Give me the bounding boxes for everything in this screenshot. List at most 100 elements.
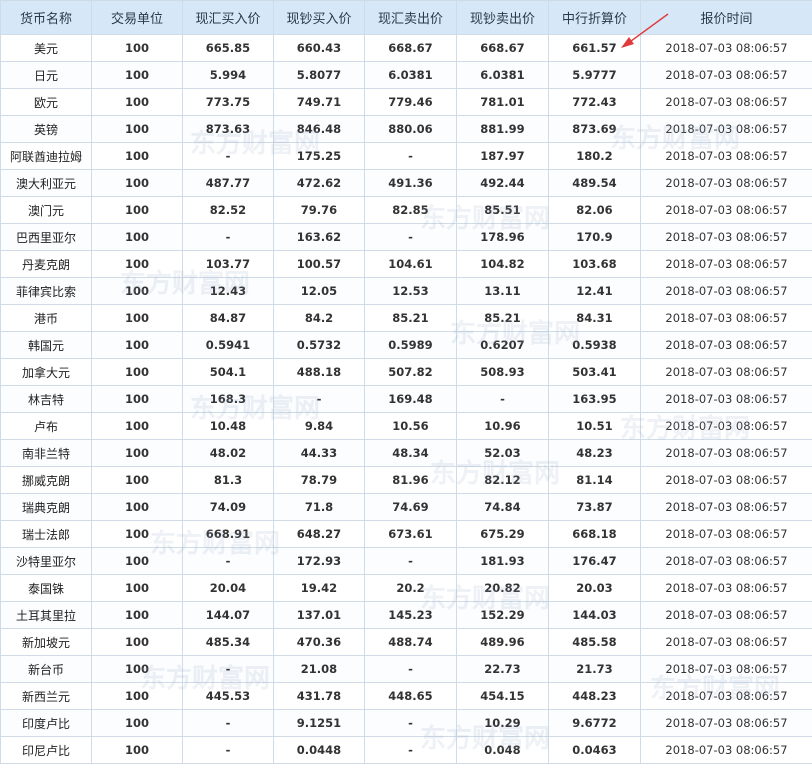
- spot-buy-price: 445.53: [182, 682, 274, 710]
- trade-unit: 100: [91, 682, 183, 710]
- table-row[interactable]: 新西兰元 100 445.53 431.78 448.65 454.15 448.23 201…: [0, 682, 812, 710]
- table-row[interactable]: 泰国铢 100 20.04 19.42 20.2 20.82 20.03 2018-07-03…: [0, 574, 812, 602]
- table-row[interactable]: 美元 100 665.85 660.43 668.67 668.67 661.57 2018-…: [0, 34, 812, 62]
- boc-conversion-rate: 163.95: [548, 385, 641, 413]
- currency-name: 韩国元: [0, 331, 92, 359]
- currency-name: 瑞士法郎: [0, 520, 92, 548]
- spot-sell-price: -: [364, 223, 457, 251]
- table-row[interactable]: 印度卢比 100-9.1251-10.29 9.6772 2018-07-03 08:…: [0, 709, 812, 737]
- currency-name: 澳门元: [0, 196, 92, 224]
- spot-sell-price: -: [364, 655, 457, 683]
- trade-unit: 100: [91, 304, 183, 332]
- spot-sell-price: 6.0381: [364, 61, 457, 89]
- currency-name: 日元: [0, 61, 92, 89]
- boc-conversion-rate: 668.18: [548, 520, 641, 548]
- table-row[interactable]: 瑞士法郎 100 668.91 648.27 673.61 675.29 668.18 201…: [0, 520, 812, 548]
- spot-buy-price: 82.52: [182, 196, 274, 224]
- table-row[interactable]: 澳门元 100 82.52 79.76 82.85 85.51 82.06 2018-07-0…: [0, 196, 812, 224]
- table-row[interactable]: 土耳其里拉 100 144.07 137.01 145.23 152.29 144.03 20…: [0, 601, 812, 629]
- table-row[interactable]: 南非兰特 100 48.02 44.33 48.34 52.03 48.23 2018-07-…: [0, 439, 812, 467]
- table-row[interactable]: 巴西里亚尔 100-163.62-178.96 170.9 2018-07-03 08…: [0, 223, 812, 251]
- quote-time: 2018-07-03 08:06:57: [640, 709, 812, 737]
- table-row[interactable]: 挪威克朗 100 81.3 78.79 81.96 82.12 81.14 2018-07-0…: [0, 466, 812, 494]
- currency-name: 新西兰元: [0, 682, 92, 710]
- cash-sell-price: 881.99: [456, 115, 549, 143]
- spot-sell-price: 488.74: [364, 628, 457, 656]
- cash-buy-price: 0.0448: [273, 736, 365, 764]
- table-row[interactable]: 英镑 100 873.63 846.48 880.06 881.99 873.69 2018-…: [0, 115, 812, 143]
- quote-time: 2018-07-03 08:06:57: [640, 655, 812, 683]
- trade-unit: 100: [91, 439, 183, 467]
- boc-conversion-rate: 661.57: [548, 34, 641, 62]
- spot-sell-price: 104.61: [364, 250, 457, 278]
- cash-buy-price: 9.1251: [273, 709, 365, 737]
- currency-name: 瑞典克朗: [0, 493, 92, 521]
- table-row[interactable]: 沙特里亚尔 100-172.93-181.93 176.47 2018-07-03 0…: [0, 547, 812, 575]
- trade-unit: 100: [91, 331, 183, 359]
- cash-buy-price: 846.48: [273, 115, 365, 143]
- spot-sell-price: 880.06: [364, 115, 457, 143]
- trade-unit: 100: [91, 601, 183, 629]
- cash-sell-price: 82.12: [456, 466, 549, 494]
- table-row[interactable]: 日元 100 5.994 5.8077 6.0381 6.0381 5.9777 2018-0…: [0, 61, 812, 89]
- spot-buy-price: 487.77: [182, 169, 274, 197]
- col-header-currency[interactable]: 货币名称: [0, 0, 92, 35]
- boc-conversion-rate: 170.9: [548, 223, 641, 251]
- table-row[interactable]: 新台币 100-21.08-22.73 21.73 2018-07-03 08:06:…: [0, 655, 812, 683]
- table-row[interactable]: 瑞典克朗 100 74.09 71.8 74.69 74.84 73.87 2018-07-0…: [0, 493, 812, 521]
- table-row[interactable]: 印尼卢比 100-0.0448-0.048 0.0463 2018-07-03 08:…: [0, 736, 812, 764]
- boc-conversion-rate: 180.2: [548, 142, 641, 170]
- boc-conversion-rate: 21.73: [548, 655, 641, 683]
- spot-buy-price: 504.1: [182, 358, 274, 386]
- trade-unit: 100: [91, 709, 183, 737]
- quote-time: 2018-07-03 08:06:57: [640, 34, 812, 62]
- spot-buy-price: 144.07: [182, 601, 274, 629]
- cash-buy-price: 19.42: [273, 574, 365, 602]
- table-row[interactable]: 丹麦克朗 100 103.77 100.57 104.61 104.82 103.68 201…: [0, 250, 812, 278]
- quote-time: 2018-07-03 08:06:57: [640, 601, 812, 629]
- col-header-spot-buy[interactable]: 现汇买入价: [182, 0, 274, 35]
- boc-conversion-rate: 73.87: [548, 493, 641, 521]
- spot-sell-price: -: [364, 736, 457, 764]
- cash-buy-price: 172.93: [273, 547, 365, 575]
- cash-buy-price: 71.8: [273, 493, 365, 521]
- boc-conversion-rate: 503.41: [548, 358, 641, 386]
- table-row[interactable]: 阿联酋迪拉姆 100-175.25-187.97 180.2 2018-07-03 0…: [0, 142, 812, 170]
- trade-unit: 100: [91, 493, 183, 521]
- boc-conversion-rate: 772.43: [548, 88, 641, 116]
- currency-name: 加拿大元: [0, 358, 92, 386]
- trade-unit: 100: [91, 277, 183, 305]
- table-row[interactable]: 林吉特 100 168.3-169.48-163.95 2018-07-03 08:0…: [0, 385, 812, 413]
- boc-conversion-rate: 9.6772: [548, 709, 641, 737]
- boc-conversion-rate: 176.47: [548, 547, 641, 575]
- spot-buy-price: -: [182, 223, 274, 251]
- spot-sell-price: 668.67: [364, 34, 457, 62]
- trade-unit: 100: [91, 358, 183, 386]
- boc-conversion-rate: 0.0463: [548, 736, 641, 764]
- table-row[interactable]: 澳大利亚元 100 487.77 472.62 491.36 492.44 489.54 20…: [0, 169, 812, 197]
- currency-name: 菲律宾比索: [0, 277, 92, 305]
- cash-buy-price: 84.2: [273, 304, 365, 332]
- cash-sell-price: -: [456, 385, 549, 413]
- table-row[interactable]: 韩国元 100 0.5941 0.5732 0.5989 0.6207 0.5938 2018…: [0, 331, 812, 359]
- table-row[interactable]: 加拿大元 100 504.1 488.18 507.82 508.93 503.41 2018…: [0, 358, 812, 386]
- col-header-quote-time[interactable]: 报价时间: [640, 0, 812, 35]
- spot-buy-price: 103.77: [182, 250, 274, 278]
- currency-name: 新台币: [0, 655, 92, 683]
- trade-unit: 100: [91, 115, 183, 143]
- col-header-spot-sell[interactable]: 现汇卖出价: [364, 0, 457, 35]
- table-row[interactable]: 新加坡元 100 485.34 470.36 488.74 489.96 485.58 201…: [0, 628, 812, 656]
- col-header-cash-sell[interactable]: 现钞卖出价: [456, 0, 549, 35]
- cash-buy-price: 137.01: [273, 601, 365, 629]
- table-row[interactable]: 菲律宾比索 100 12.43 12.05 12.53 13.11 12.41 2018-07…: [0, 277, 812, 305]
- trade-unit: 100: [91, 736, 183, 764]
- table-row[interactable]: 港币 100 84.87 84.2 85.21 85.21 84.31 2018-07-03 …: [0, 304, 812, 332]
- quote-time: 2018-07-03 08:06:57: [640, 466, 812, 494]
- cash-buy-price: 472.62: [273, 169, 365, 197]
- table-row[interactable]: 卢布 100 10.48 9.84 10.56 10.96 10.51 2018-07-03 …: [0, 412, 812, 440]
- quote-time: 2018-07-03 08:06:57: [640, 547, 812, 575]
- table-row[interactable]: 欧元 100 773.75 749.71 779.46 781.01 772.43 2018-…: [0, 88, 812, 116]
- col-header-cash-buy[interactable]: 现钞买入价: [273, 0, 365, 35]
- col-header-unit[interactable]: 交易单位: [91, 0, 183, 35]
- col-header-boc-rate[interactable]: 中行折算价: [548, 0, 641, 35]
